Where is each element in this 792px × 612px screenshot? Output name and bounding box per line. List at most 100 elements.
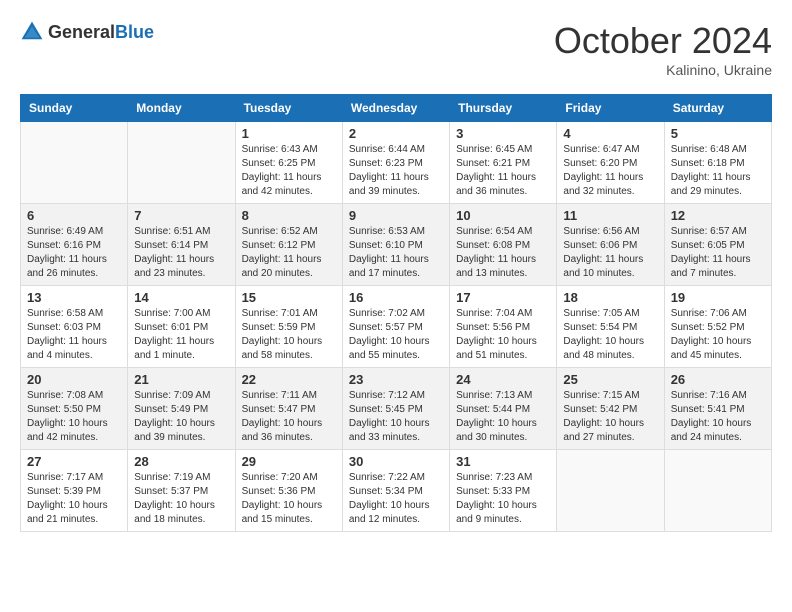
calendar-header-row: SundayMondayTuesdayWednesdayThursdayFrid… bbox=[21, 95, 772, 122]
day-header-thursday: Thursday bbox=[450, 95, 557, 122]
day-header-saturday: Saturday bbox=[664, 95, 771, 122]
day-number: 20 bbox=[27, 372, 121, 387]
day-cell-22: 22 Sunrise: 7:11 AMSunset: 5:47 PMDayligh… bbox=[235, 368, 342, 450]
day-info: Sunrise: 6:57 AMSunset: 6:05 PMDaylight:… bbox=[671, 225, 765, 281]
day-number: 15 bbox=[242, 290, 336, 305]
day-cell-23: 23 Sunrise: 7:12 AMSunset: 5:45 PMDayligh… bbox=[342, 368, 449, 450]
day-cell-20: 20 Sunrise: 7:08 AMSunset: 5:50 PMDayligh… bbox=[21, 368, 128, 450]
logo-blue: Blue bbox=[115, 22, 154, 42]
day-number: 3 bbox=[456, 126, 550, 141]
day-number: 10 bbox=[456, 208, 550, 223]
day-info: Sunrise: 6:54 AMSunset: 6:08 PMDaylight:… bbox=[456, 225, 550, 281]
day-number: 13 bbox=[27, 290, 121, 305]
calendar-week-5: 27 Sunrise: 7:17 AMSunset: 5:39 PMDayligh… bbox=[21, 450, 772, 532]
day-cell-19: 19Sunrise: 7:06 AMSunset: 5:52 PMDayligh… bbox=[664, 286, 771, 368]
day-number: 12 bbox=[671, 208, 765, 223]
calendar-table: SundayMondayTuesdayWednesdayThursdayFrid… bbox=[20, 94, 772, 532]
day-number: 11 bbox=[563, 208, 657, 223]
day-number: 24 bbox=[456, 372, 550, 387]
day-info: Sunrise: 7:17 AMSunset: 5:39 PMDaylight:… bbox=[27, 471, 121, 527]
day-header-tuesday: Tuesday bbox=[235, 95, 342, 122]
month-title: October 2024 bbox=[554, 20, 772, 62]
day-info: Sunrise: 7:09 AMSunset: 5:49 PMDaylight:… bbox=[134, 389, 228, 445]
day-info: Sunrise: 7:01 AMSunset: 5:59 PMDaylight:… bbox=[242, 307, 336, 363]
day-info: Sunrise: 6:47 AMSunset: 6:20 PMDaylight:… bbox=[563, 143, 657, 199]
day-cell-29: 29 Sunrise: 7:20 AMSunset: 5:36 PMDayligh… bbox=[235, 450, 342, 532]
logo-general: General bbox=[48, 22, 115, 42]
day-info: Sunrise: 7:11 AMSunset: 5:47 PMDaylight:… bbox=[242, 389, 336, 445]
empty-cell bbox=[128, 122, 235, 204]
day-number: 31 bbox=[456, 454, 550, 469]
day-number: 4 bbox=[563, 126, 657, 141]
day-number: 28 bbox=[134, 454, 228, 469]
day-number: 2 bbox=[349, 126, 443, 141]
logo-icon bbox=[20, 20, 44, 44]
calendar-week-3: 13 Sunrise: 6:58 AMSunset: 6:03 PMDayligh… bbox=[21, 286, 772, 368]
day-cell-28: 28 Sunrise: 7:19 AMSunset: 5:37 PMDayligh… bbox=[128, 450, 235, 532]
day-cell-7: 7Sunrise: 6:51 AMSunset: 6:14 PMDaylight… bbox=[128, 204, 235, 286]
day-info: Sunrise: 7:19 AMSunset: 5:37 PMDaylight:… bbox=[134, 471, 228, 527]
day-number: 30 bbox=[349, 454, 443, 469]
day-cell-31: 31 Sunrise: 7:23 AMSunset: 5:33 PMDayligh… bbox=[450, 450, 557, 532]
day-info: Sunrise: 7:22 AMSunset: 5:34 PMDaylight:… bbox=[349, 471, 443, 527]
location: Kalinino, Ukraine bbox=[554, 62, 772, 78]
page-header: GeneralBlue October 2024 Kalinino, Ukrai… bbox=[20, 20, 772, 78]
day-header-wednesday: Wednesday bbox=[342, 95, 449, 122]
day-info: Sunrise: 7:20 AMSunset: 5:36 PMDaylight:… bbox=[242, 471, 336, 527]
day-header-friday: Friday bbox=[557, 95, 664, 122]
day-number: 17 bbox=[456, 290, 550, 305]
day-info: Sunrise: 7:05 AMSunset: 5:54 PMDaylight:… bbox=[563, 307, 657, 363]
day-number: 6 bbox=[27, 208, 121, 223]
day-cell-9: 9Sunrise: 6:53 AMSunset: 6:10 PMDaylight… bbox=[342, 204, 449, 286]
day-cell-13: 13 Sunrise: 6:58 AMSunset: 6:03 PMDayligh… bbox=[21, 286, 128, 368]
day-info: Sunrise: 6:52 AMSunset: 6:12 PMDaylight:… bbox=[242, 225, 336, 281]
day-info: Sunrise: 7:00 AMSunset: 6:01 PMDaylight:… bbox=[134, 307, 228, 363]
day-cell-14: 14 Sunrise: 7:00 AMSunset: 6:01 PMDayligh… bbox=[128, 286, 235, 368]
day-cell-1: 1 Sunrise: 6:43 AMSunset: 6:25 PMDaylight… bbox=[235, 122, 342, 204]
day-info: Sunrise: 6:48 AMSunset: 6:18 PMDaylight:… bbox=[671, 143, 765, 199]
day-number: 5 bbox=[671, 126, 765, 141]
day-cell-21: 21Sunrise: 7:09 AMSunset: 5:49 PMDayligh… bbox=[128, 368, 235, 450]
day-cell-17: 17Sunrise: 7:04 AMSunset: 5:56 PMDayligh… bbox=[450, 286, 557, 368]
day-info: Sunrise: 6:53 AMSunset: 6:10 PMDaylight:… bbox=[349, 225, 443, 281]
empty-cell bbox=[557, 450, 664, 532]
day-cell-4: 4 Sunrise: 6:47 AMSunset: 6:20 PMDaylight… bbox=[557, 122, 664, 204]
day-cell-10: 10 Sunrise: 6:54 AMSunset: 6:08 PMDayligh… bbox=[450, 204, 557, 286]
day-cell-12: 12 Sunrise: 6:57 AMSunset: 6:05 PMDayligh… bbox=[664, 204, 771, 286]
calendar-week-4: 20 Sunrise: 7:08 AMSunset: 5:50 PMDayligh… bbox=[21, 368, 772, 450]
day-number: 25 bbox=[563, 372, 657, 387]
day-info: Sunrise: 6:45 AMSunset: 6:21 PMDaylight:… bbox=[456, 143, 550, 199]
day-info: Sunrise: 7:08 AMSunset: 5:50 PMDaylight:… bbox=[27, 389, 121, 445]
day-cell-16: 16 Sunrise: 7:02 AMSunset: 5:57 PMDayligh… bbox=[342, 286, 449, 368]
day-cell-11: 11 Sunrise: 6:56 AMSunset: 6:06 PMDayligh… bbox=[557, 204, 664, 286]
day-number: 27 bbox=[27, 454, 121, 469]
day-number: 29 bbox=[242, 454, 336, 469]
day-number: 14 bbox=[134, 290, 228, 305]
day-cell-27: 27 Sunrise: 7:17 AMSunset: 5:39 PMDayligh… bbox=[21, 450, 128, 532]
day-info: Sunrise: 7:02 AMSunset: 5:57 PMDaylight:… bbox=[349, 307, 443, 363]
title-block: October 2024 Kalinino, Ukraine bbox=[554, 20, 772, 78]
day-number: 22 bbox=[242, 372, 336, 387]
calendar-week-1: 1 Sunrise: 6:43 AMSunset: 6:25 PMDaylight… bbox=[21, 122, 772, 204]
day-cell-30: 30 Sunrise: 7:22 AMSunset: 5:34 PMDayligh… bbox=[342, 450, 449, 532]
calendar-week-2: 6Sunrise: 6:49 AMSunset: 6:16 PMDaylight… bbox=[21, 204, 772, 286]
day-info: Sunrise: 7:23 AMSunset: 5:33 PMDaylight:… bbox=[456, 471, 550, 527]
day-info: Sunrise: 6:58 AMSunset: 6:03 PMDaylight:… bbox=[27, 307, 121, 363]
day-cell-2: 2Sunrise: 6:44 AMSunset: 6:23 PMDaylight… bbox=[342, 122, 449, 204]
day-info: Sunrise: 6:56 AMSunset: 6:06 PMDaylight:… bbox=[563, 225, 657, 281]
day-number: 18 bbox=[563, 290, 657, 305]
day-cell-18: 18 Sunrise: 7:05 AMSunset: 5:54 PMDayligh… bbox=[557, 286, 664, 368]
day-number: 23 bbox=[349, 372, 443, 387]
day-cell-24: 24Sunrise: 7:13 AMSunset: 5:44 PMDayligh… bbox=[450, 368, 557, 450]
day-info: Sunrise: 7:16 AMSunset: 5:41 PMDaylight:… bbox=[671, 389, 765, 445]
day-cell-25: 25 Sunrise: 7:15 AMSunset: 5:42 PMDayligh… bbox=[557, 368, 664, 450]
day-info: Sunrise: 6:43 AMSunset: 6:25 PMDaylight:… bbox=[242, 143, 336, 199]
day-info: Sunrise: 6:51 AMSunset: 6:14 PMDaylight:… bbox=[134, 225, 228, 281]
logo: GeneralBlue bbox=[20, 20, 154, 44]
day-number: 1 bbox=[242, 126, 336, 141]
day-info: Sunrise: 7:12 AMSunset: 5:45 PMDaylight:… bbox=[349, 389, 443, 445]
empty-cell bbox=[21, 122, 128, 204]
day-number: 16 bbox=[349, 290, 443, 305]
day-info: Sunrise: 7:15 AMSunset: 5:42 PMDaylight:… bbox=[563, 389, 657, 445]
day-header-sunday: Sunday bbox=[21, 95, 128, 122]
